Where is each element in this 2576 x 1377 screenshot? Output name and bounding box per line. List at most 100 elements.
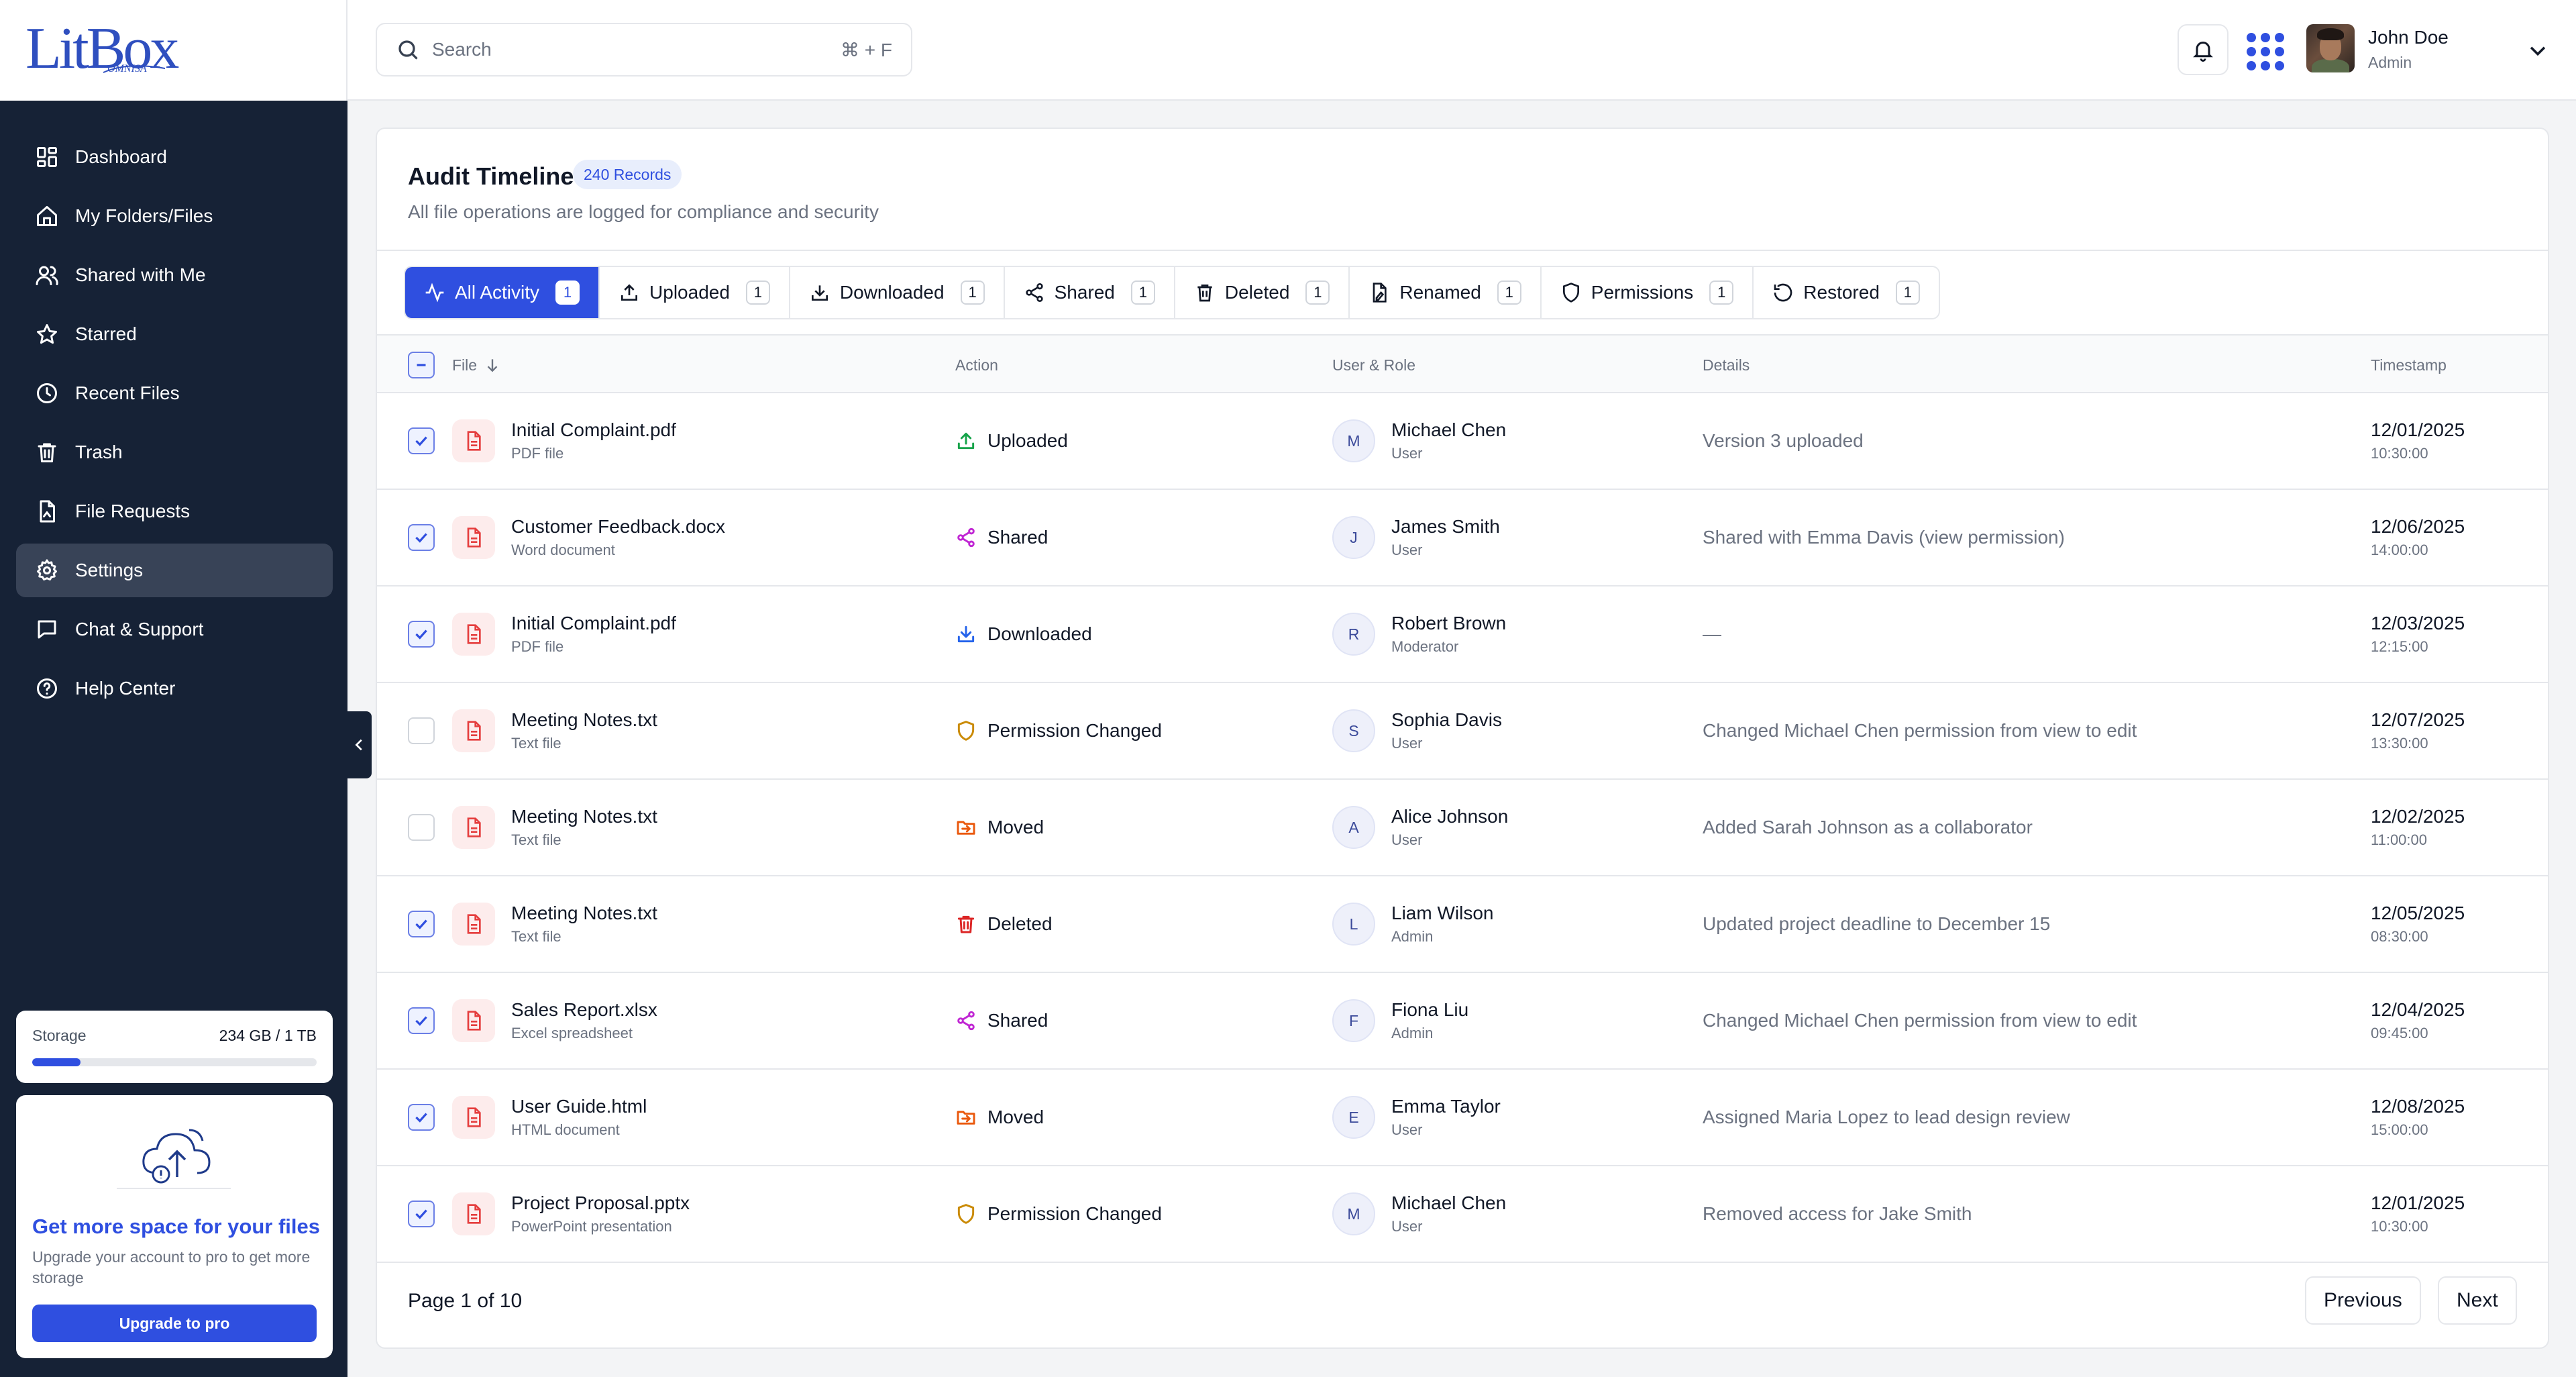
file-name[interactable]: Initial Complaint.pdf (511, 613, 676, 634)
next-button[interactable]: Next (2438, 1276, 2517, 1325)
row-checkbox[interactable] (408, 427, 435, 454)
row-time: 10:30:00 (2371, 1218, 2428, 1235)
sidebar-item-file-requests[interactable]: File Requests (16, 484, 333, 538)
sidebar-item-trash[interactable]: Trash (16, 425, 333, 479)
row-checkbox[interactable] (408, 814, 435, 841)
notifications-button[interactable] (2178, 24, 2229, 75)
sidebar-item-my-folders-files[interactable]: My Folders/Files (16, 189, 333, 243)
row-checkbox[interactable] (408, 621, 435, 648)
table-row[interactable]: User Guide.html HTML document Moved E Emma T… (377, 1070, 2548, 1166)
tab-downloaded[interactable]: Downloaded 1 (790, 267, 1005, 318)
sidebar-item-settings[interactable]: Settings (16, 544, 333, 597)
table-row[interactable]: Initial Complaint.pdf PDF file Downloaded R… (377, 586, 2548, 683)
table-row[interactable]: Meeting Notes.txt Text file Permission Cha… (377, 683, 2548, 780)
table-row[interactable]: Meeting Notes.txt Text file Moved A Alice Jo… (377, 780, 2548, 876)
file-type: HTML document (511, 1121, 620, 1138)
sidebar-item-icon (34, 380, 60, 407)
sidebar-item-icon (34, 262, 60, 289)
file-name[interactable]: Meeting Notes.txt (511, 903, 657, 924)
tab-restored[interactable]: Restored 1 (1754, 267, 1939, 318)
help-icon (37, 678, 57, 699)
row-checkbox[interactable] (408, 524, 435, 551)
tab-label: Downloaded (839, 282, 945, 303)
row-checkbox[interactable] (408, 911, 435, 937)
row-user-name: Liam Wilson (1391, 903, 1494, 923)
tab-uploaded[interactable]: Uploaded 1 (600, 267, 790, 318)
sidebar-item-icon (34, 321, 60, 348)
column-file-label: File (452, 356, 478, 374)
sidebar-item-recent-files[interactable]: Recent Files (16, 366, 333, 420)
file-name[interactable]: Meeting Notes.txt (511, 709, 657, 731)
row-checkbox[interactable] (408, 717, 435, 744)
column-file[interactable]: File (452, 336, 501, 395)
tab-all-activity[interactable]: All Activity 1 (405, 267, 600, 318)
row-time: 15:00:00 (2371, 1121, 2428, 1138)
row-checkbox[interactable] (408, 1104, 435, 1131)
user-name[interactable]: John Doe (2368, 27, 2449, 48)
file-name[interactable]: Customer Feedback.docx (511, 516, 725, 538)
avatar[interactable] (2306, 24, 2355, 72)
row-date: 12/03/2025 (2371, 613, 2465, 633)
table-row[interactable]: Initial Complaint.pdf PDF file Uploaded M Mi… (377, 393, 2548, 490)
gear-icon (37, 559, 57, 580)
tab-label: Permissions (1591, 282, 1694, 303)
table-row[interactable]: Customer Feedback.docx Word document Share… (377, 490, 2548, 586)
sidebar-item-starred[interactable]: Starred (16, 307, 333, 361)
users-icon (36, 266, 58, 285)
table-row[interactable]: Meeting Notes.txt Text file Deleted L Liam W… (377, 876, 2548, 973)
file-doc-icon (467, 1011, 481, 1031)
file-type-icon (452, 903, 495, 946)
sidebar-item-help-center[interactable]: Help Center (16, 662, 333, 715)
page-info: Page 1 of 10 (408, 1290, 523, 1312)
action-icon (955, 817, 977, 838)
previous-button[interactable]: Previous (2305, 1276, 2421, 1325)
file-name[interactable]: Sales Report.xlsx (511, 999, 657, 1021)
upgrade-title: Get more space for your files (32, 1215, 320, 1238)
action-icon (955, 623, 977, 645)
minus-icon (417, 364, 426, 366)
trash-icon (1197, 285, 1212, 302)
row-details: Updated project deadline to December 15 (1703, 913, 2051, 934)
sidebar-item-shared-with-me[interactable]: Shared with Me (16, 248, 333, 302)
action-icon (955, 720, 977, 742)
shield-icon (957, 1204, 975, 1224)
filter-tabs: All Activity 1 Uploaded 1 Downloaded 1 Shared 1… (404, 266, 1940, 319)
search-bar[interactable]: Search ⌘ + F (376, 23, 912, 76)
row-details: Assigned Maria Lopez to lead design revi… (1703, 1107, 2070, 1127)
select-all-checkbox[interactable] (408, 352, 435, 378)
trash-icon (957, 915, 975, 933)
apps-dot (2247, 61, 2256, 70)
apps-grid-button[interactable] (2245, 31, 2284, 70)
row-date: 12/04/2025 (2371, 999, 2465, 1020)
file-type: PDF file (511, 445, 564, 462)
row-user-role: User (1391, 735, 1423, 752)
row-checkbox[interactable] (408, 1201, 435, 1227)
tab-shared[interactable]: Shared 1 (1005, 267, 1175, 318)
check-icon (415, 919, 427, 929)
dashboard-icon (37, 147, 57, 167)
tab-deleted[interactable]: Deleted 1 (1175, 267, 1350, 318)
tab-renamed[interactable]: Renamed 1 (1350, 267, 1542, 318)
row-user-name: Fiona Liu (1391, 999, 1469, 1020)
sidebar-item-icon (34, 498, 60, 525)
check-icon (415, 1016, 427, 1026)
activity-icon (425, 283, 444, 303)
sidebar-item-chat-support[interactable]: Chat & Support (16, 603, 333, 656)
tab-permissions[interactable]: Permissions 1 (1542, 267, 1754, 318)
search-input[interactable]: Search (432, 39, 841, 60)
logo[interactable]: LitBox OMNISA (0, 0, 347, 101)
table-row[interactable]: Project Proposal.pptx PowerPoint presenta… (377, 1166, 2548, 1263)
sidebar-item-dashboard[interactable]: Dashboard (16, 130, 333, 184)
sidebar-item-label: My Folders/Files (75, 205, 213, 226)
file-name[interactable]: Meeting Notes.txt (511, 806, 657, 827)
row-time: 13:30:00 (2371, 735, 2428, 752)
user-menu-toggle[interactable] (2526, 39, 2549, 62)
upgrade-button[interactable]: Upgrade to pro (32, 1305, 317, 1342)
file-name[interactable]: Project Proposal.pptx (511, 1192, 690, 1214)
collapse-sidebar-button[interactable] (347, 711, 372, 778)
file-name[interactable]: Initial Complaint.pdf (511, 419, 676, 441)
table-row[interactable]: Sales Report.xlsx Excel spreadsheet Shared… (377, 973, 2548, 1070)
row-checkbox[interactable] (408, 1007, 435, 1034)
file-name[interactable]: User Guide.html (511, 1096, 647, 1117)
row-date: 12/01/2025 (2371, 419, 2465, 440)
